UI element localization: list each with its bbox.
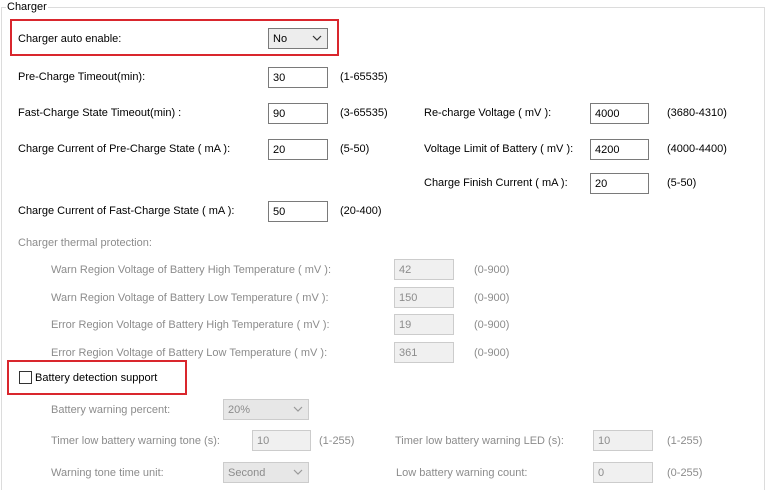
thermal-protection-title: Charger thermal protection: (18, 237, 152, 249)
fast-charge-timeout-label: Fast-Charge State Timeout(min) : (18, 107, 182, 119)
charge-finish-current-range: (5-50) (667, 177, 697, 189)
recharge-voltage-input[interactable]: 4000 (590, 103, 649, 124)
low-battery-warning-count-input[interactable]: 0 (593, 462, 653, 483)
pre-charge-current-input[interactable]: 20 (268, 139, 328, 160)
timer-low-battery-tone-range: (1-255) (319, 435, 355, 447)
error-low-temp-input[interactable]: 361 (394, 342, 454, 363)
charger-auto-enable-value: No (273, 33, 288, 45)
low-battery-warning-count-label: Low battery warning count: (396, 467, 528, 479)
warn-high-temp-input[interactable]: 42 (394, 259, 454, 280)
fast-charge-timeout-range: (3-65535) (340, 107, 388, 119)
warning-tone-time-unit-value: Second (228, 467, 266, 479)
voltage-limit-range: (4000-4400) (667, 143, 727, 155)
pre-charge-timeout-input[interactable]: 30 (268, 67, 328, 88)
warn-low-temp-input[interactable]: 150 (394, 287, 454, 308)
charger-auto-enable-select[interactable]: No (268, 28, 328, 49)
warning-tone-time-unit-label: Warning tone time unit: (51, 467, 164, 479)
pre-charge-timeout-label: Pre-Charge Timeout(min): (18, 71, 146, 83)
warn-low-temp-label: Warn Region Voltage of Battery Low Tempe… (51, 292, 329, 304)
fast-charge-current-label: Charge Current of Fast-Charge State ( mA… (18, 205, 235, 217)
battery-warning-percent-select[interactable]: 20% (223, 399, 309, 420)
warn-low-temp-range: (0-900) (474, 292, 510, 304)
battery-warning-percent-value: 20% (228, 404, 251, 416)
pre-charge-current-range: (5-50) (340, 143, 370, 155)
warn-high-temp-label: Warn Region Voltage of Battery High Temp… (51, 264, 332, 276)
timer-low-battery-tone-input[interactable]: 10 (252, 430, 311, 451)
timer-low-battery-led-input[interactable]: 10 (593, 430, 653, 451)
battery-detection-label[interactable]: Battery detection support (35, 371, 157, 385)
timer-low-battery-led-range: (1-255) (667, 435, 703, 447)
warning-tone-time-unit-select[interactable]: Second (223, 462, 309, 483)
chevron-down-icon (293, 406, 303, 412)
charge-finish-current-label: Charge Finish Current ( mA ): (424, 177, 568, 189)
pre-charge-timeout-range: (1-65535) (340, 71, 388, 83)
charger-auto-enable-label: Charger auto enable: (18, 33, 122, 45)
warn-high-temp-range: (0-900) (474, 264, 510, 276)
charge-finish-current-input[interactable]: 20 (590, 173, 649, 194)
low-battery-warning-count-range: (0-255) (667, 467, 703, 479)
fast-charge-current-range: (20-400) (340, 205, 382, 217)
pre-charge-current-label: Charge Current of Pre-Charge State ( mA … (18, 143, 231, 155)
battery-detection-checkbox[interactable] (19, 371, 32, 384)
battery-warning-percent-label: Battery warning percent: (51, 404, 171, 416)
error-high-temp-label: Error Region Voltage of Battery High Tem… (51, 319, 330, 331)
voltage-limit-input[interactable]: 4200 (590, 139, 649, 160)
chevron-down-icon (293, 469, 303, 475)
voltage-limit-label: Voltage Limit of Battery ( mV ): (424, 143, 574, 155)
error-high-temp-range: (0-900) (474, 319, 510, 331)
charger-group-title: Charger (6, 1, 48, 14)
recharge-voltage-range: (3680-4310) (667, 107, 727, 119)
error-low-temp-label: Error Region Voltage of Battery Low Temp… (51, 347, 328, 359)
error-high-temp-input[interactable]: 19 (394, 314, 454, 335)
fast-charge-timeout-input[interactable]: 90 (268, 103, 328, 124)
timer-low-battery-tone-label: Timer low battery warning tone (s): (51, 435, 220, 447)
chevron-down-icon (312, 35, 322, 41)
timer-low-battery-led-label: Timer low battery warning LED (s): (395, 435, 564, 447)
error-low-temp-range: (0-900) (474, 347, 510, 359)
recharge-voltage-label: Re-charge Voltage ( mV ): (424, 107, 552, 119)
fast-charge-current-input[interactable]: 50 (268, 201, 328, 222)
